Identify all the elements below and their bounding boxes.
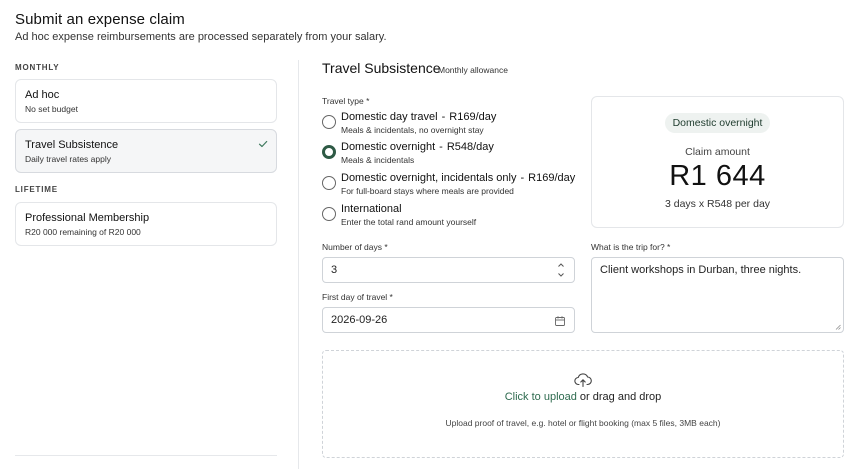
claim-type-ad-hoc[interactable]: Ad hoc No set budget bbox=[15, 79, 277, 123]
trip-purpose-textarea[interactable]: Client workshops in Durban, three nights… bbox=[591, 257, 844, 333]
travel-type-option-incidentals[interactable]: Domestic overnight, incidentals only - R16… bbox=[322, 172, 575, 196]
option-desc: Enter the total rand amount yourself bbox=[341, 217, 477, 227]
travel-type-label: Travel type * bbox=[322, 96, 370, 106]
number-stepper[interactable] bbox=[557, 261, 565, 279]
option-title: Domestic day travel bbox=[341, 111, 438, 123]
radio-button[interactable] bbox=[322, 115, 336, 129]
option-desc: Meals & incidentals, no overnight stay bbox=[341, 125, 484, 135]
number-of-days-value: 3 bbox=[331, 264, 338, 276]
option-title: Domestic overnight, incidentals only bbox=[341, 172, 517, 184]
upload-cloud-icon bbox=[574, 373, 592, 388]
monthly-section-label: MONTHLY bbox=[15, 63, 60, 72]
chevron-down-icon[interactable] bbox=[557, 271, 565, 279]
chevron-up-icon[interactable] bbox=[557, 261, 565, 269]
claim-amount-label: Claim amount bbox=[685, 146, 750, 158]
file-upload-dropzone[interactable]: Click to upload or drag and drop Upload … bbox=[322, 350, 844, 458]
left-divider bbox=[15, 455, 277, 456]
claim-amount-value: R1 644 bbox=[669, 160, 766, 192]
option-rate: R548/day bbox=[446, 141, 494, 153]
claim-type-desc: Daily travel rates apply bbox=[25, 154, 111, 164]
trip-purpose-value: Client workshops in Durban, three nights… bbox=[600, 264, 802, 276]
claim-type-professional-membership[interactable]: Professional Membership R20 000 remainin… bbox=[15, 202, 277, 246]
claim-type-desc: No set budget bbox=[25, 104, 78, 114]
number-of-days-label: Number of days * bbox=[322, 242, 388, 252]
first-day-input[interactable]: 2026-09-26 bbox=[322, 307, 575, 333]
option-rate: R169/day bbox=[528, 172, 576, 184]
option-title: Domestic overnight bbox=[341, 141, 436, 153]
selected-type-pill: Domestic overnight bbox=[664, 113, 771, 133]
option-desc: Meals & incidentals bbox=[341, 155, 415, 165]
lifetime-section-label: LIFETIME bbox=[15, 185, 58, 194]
option-separator: - bbox=[439, 141, 443, 153]
resize-handle-icon[interactable] bbox=[835, 324, 841, 330]
claim-type-travel-subsistence[interactable]: Travel Subsistence Daily travel rates ap… bbox=[15, 129, 277, 173]
travel-type-option-day[interactable]: Domestic day travel - R169/day Meals & inc… bbox=[322, 111, 496, 135]
number-of-days-input[interactable]: 3 bbox=[322, 257, 575, 283]
panel-badge: Monthly allowance bbox=[438, 65, 508, 75]
calendar-icon[interactable] bbox=[554, 315, 566, 327]
claim-type-title: Professional Membership bbox=[25, 212, 150, 224]
travel-type-option-international[interactable]: International Enter the total rand amoun… bbox=[322, 203, 476, 227]
claim-summary-card: Domestic overnight Claim amount R1 644 3… bbox=[591, 96, 844, 228]
column-divider bbox=[298, 60, 299, 469]
panel-title: Travel Subsistence bbox=[322, 60, 441, 76]
option-separator: - bbox=[441, 111, 446, 123]
option-separator: - bbox=[520, 172, 525, 184]
upload-link[interactable]: Click to upload bbox=[505, 391, 577, 403]
option-title: International bbox=[341, 203, 402, 215]
claim-type-title: Travel Subsistence bbox=[25, 139, 119, 151]
option-desc: For full-board stays where meals are pro… bbox=[341, 186, 514, 196]
radio-button-checked[interactable] bbox=[322, 145, 336, 159]
trip-purpose-label: What is the trip for? * bbox=[591, 242, 671, 252]
page-subtitle: Ad hoc expense reimbursements are proces… bbox=[15, 31, 387, 43]
claim-type-title: Ad hoc bbox=[25, 89, 60, 101]
radio-button[interactable] bbox=[322, 207, 336, 221]
first-day-value: 2026-09-26 bbox=[331, 314, 388, 326]
upload-drag-text: or drag and drop bbox=[576, 391, 662, 403]
upload-hint: Upload proof of travel, e.g. hotel or fl… bbox=[445, 418, 721, 428]
claim-type-desc: R20 000 remaining of R20 000 bbox=[25, 227, 141, 237]
travel-type-option-overnight[interactable]: Domestic overnight - R548/day Meals & inci… bbox=[322, 141, 494, 165]
radio-button[interactable] bbox=[322, 176, 336, 190]
claim-amount-breakdown: 3 days x R548 per day bbox=[664, 198, 771, 210]
check-icon bbox=[258, 140, 268, 148]
option-rate: R169/day bbox=[449, 111, 497, 123]
first-day-label: First day of travel * bbox=[322, 292, 393, 302]
page-title: Submit an expense claim bbox=[15, 11, 185, 28]
